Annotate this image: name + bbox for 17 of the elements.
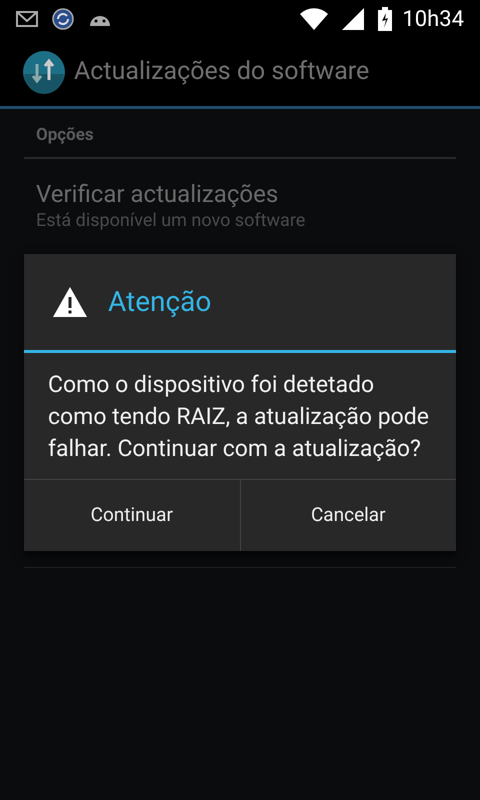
dialog-button[interactable]: Cancelar xyxy=(240,480,456,551)
mail-icon xyxy=(16,11,38,27)
signal-icon xyxy=(342,8,364,30)
preference-item[interactable]: Verificar actualizações Está disponível um novo software xyxy=(24,158,456,242)
screen-title: Actualizações do software xyxy=(74,56,370,88)
clock: 10h34 xyxy=(402,6,464,34)
preference-summary: Está disponível um novo software xyxy=(36,208,306,232)
dialog-message: Como o dispositivo foi detetado como tendo RAIZ, a atualização pode falhar. Continuar com a atualização? xyxy=(48,370,430,464)
update-arrows-icon[interactable] xyxy=(22,50,66,94)
warning-icon xyxy=(52,286,88,318)
wifi-icon xyxy=(300,8,328,30)
section-header: Opções xyxy=(36,125,94,145)
dialog-title: Atenção xyxy=(108,284,212,320)
dialog-button[interactable]: Continuar xyxy=(24,480,240,551)
sync-icon xyxy=(52,8,74,30)
battery-icon xyxy=(378,7,392,31)
preference-title: Verificar actualizações xyxy=(36,178,280,208)
